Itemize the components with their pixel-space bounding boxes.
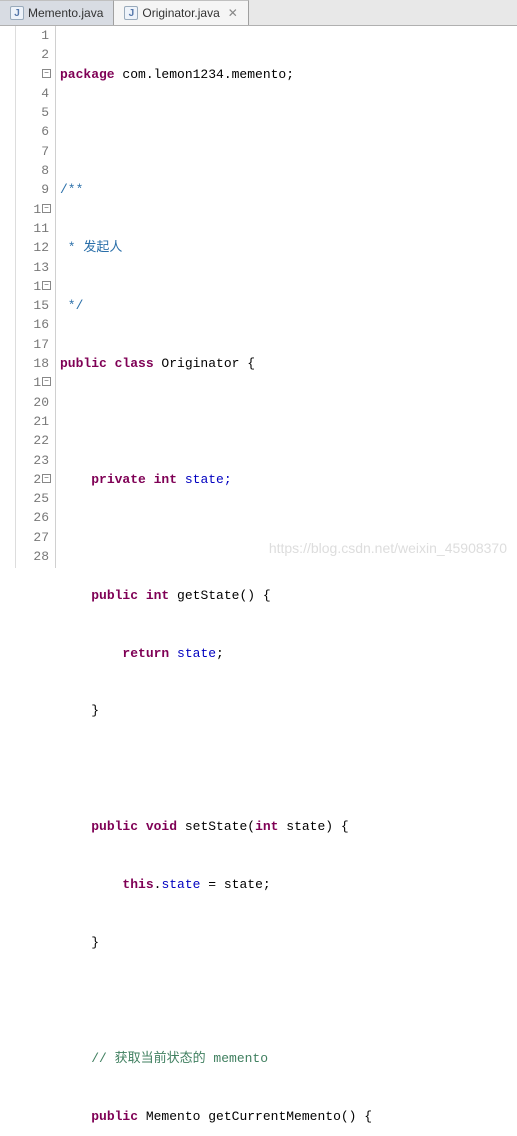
line-number: 9: [16, 180, 49, 199]
line-number: 13: [16, 258, 49, 277]
fold-toggle-icon[interactable]: −: [42, 281, 51, 290]
tab-memento[interactable]: J Memento.java: [0, 0, 114, 25]
line-number: 18: [16, 354, 49, 373]
code-area[interactable]: package com.lemon1234.memento; /** * 发起人…: [56, 26, 517, 568]
line-number: 16: [16, 315, 49, 334]
line-number: 26: [16, 508, 49, 527]
line-number: 19−: [16, 373, 49, 392]
java-file-icon: J: [124, 6, 138, 20]
close-icon[interactable]: ✕: [228, 6, 238, 20]
line-number: 27: [16, 528, 49, 547]
line-number: 25: [16, 489, 49, 508]
marker-bar: [0, 26, 16, 568]
line-number: 11: [16, 219, 49, 238]
line-number: 3−: [16, 65, 49, 84]
line-number: 12: [16, 238, 49, 257]
line-number: 10−: [16, 200, 49, 219]
line-number: 28: [16, 547, 49, 566]
line-number: 17: [16, 335, 49, 354]
fold-toggle-icon[interactable]: −: [42, 69, 51, 78]
tab-label: Memento.java: [28, 6, 103, 20]
line-number: 4: [16, 84, 49, 103]
editor-area: 123−45678910−11121314−1516171819−2021222…: [0, 26, 517, 568]
line-number: 14−: [16, 277, 49, 296]
tab-label: Originator.java: [142, 6, 219, 20]
line-number: 23: [16, 451, 49, 470]
line-number: 5: [16, 103, 49, 122]
line-number: 22: [16, 431, 49, 450]
line-number: 6: [16, 122, 49, 141]
line-number: 7: [16, 142, 49, 161]
line-number: 20: [16, 393, 49, 412]
line-number: 2: [16, 45, 49, 64]
java-file-icon: J: [10, 6, 24, 20]
line-number: 8: [16, 161, 49, 180]
fold-toggle-icon[interactable]: −: [42, 474, 51, 483]
tab-originator[interactable]: J Originator.java ✕: [114, 0, 248, 25]
line-number: 1: [16, 26, 49, 45]
fold-toggle-icon[interactable]: −: [42, 377, 51, 386]
fold-toggle-icon[interactable]: −: [42, 204, 51, 213]
editor-tabs: J Memento.java J Originator.java ✕: [0, 0, 517, 26]
line-number: 21: [16, 412, 49, 431]
line-number-gutter: 123−45678910−11121314−1516171819−2021222…: [16, 26, 56, 568]
line-number: 15: [16, 296, 49, 315]
line-number: 24−: [16, 470, 49, 489]
